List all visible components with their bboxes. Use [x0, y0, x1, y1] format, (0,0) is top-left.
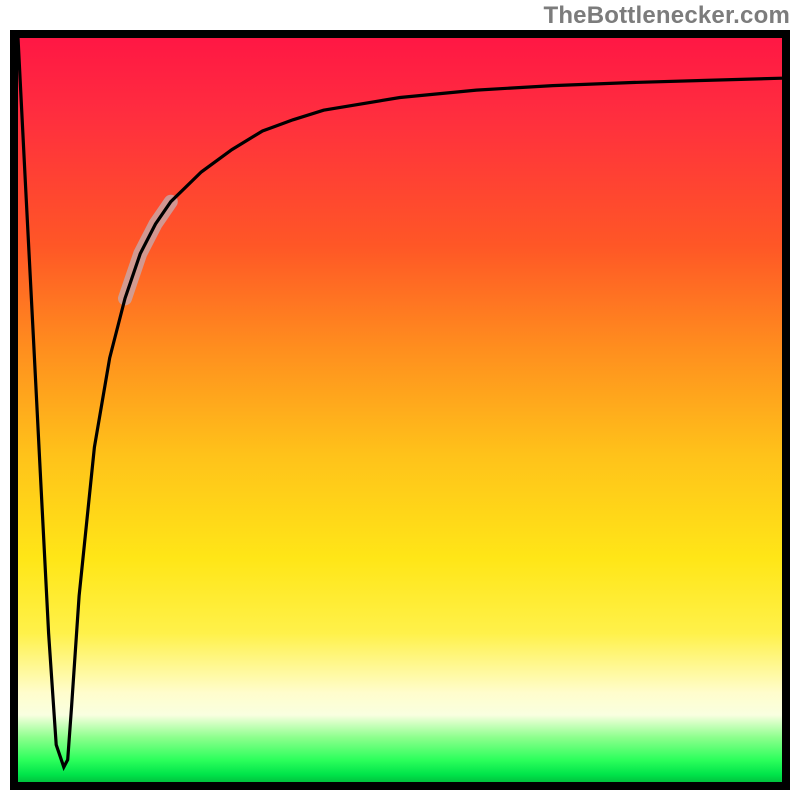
plot-area — [18, 38, 782, 782]
watermark-text: TheBottlenecker.com — [543, 2, 790, 30]
chart-container: TheBottlenecker.com — [0, 0, 800, 800]
bottleneck-curve — [18, 38, 782, 767]
curve-layer — [18, 38, 782, 782]
curve-highlight — [125, 202, 171, 299]
plot-frame — [10, 30, 790, 790]
